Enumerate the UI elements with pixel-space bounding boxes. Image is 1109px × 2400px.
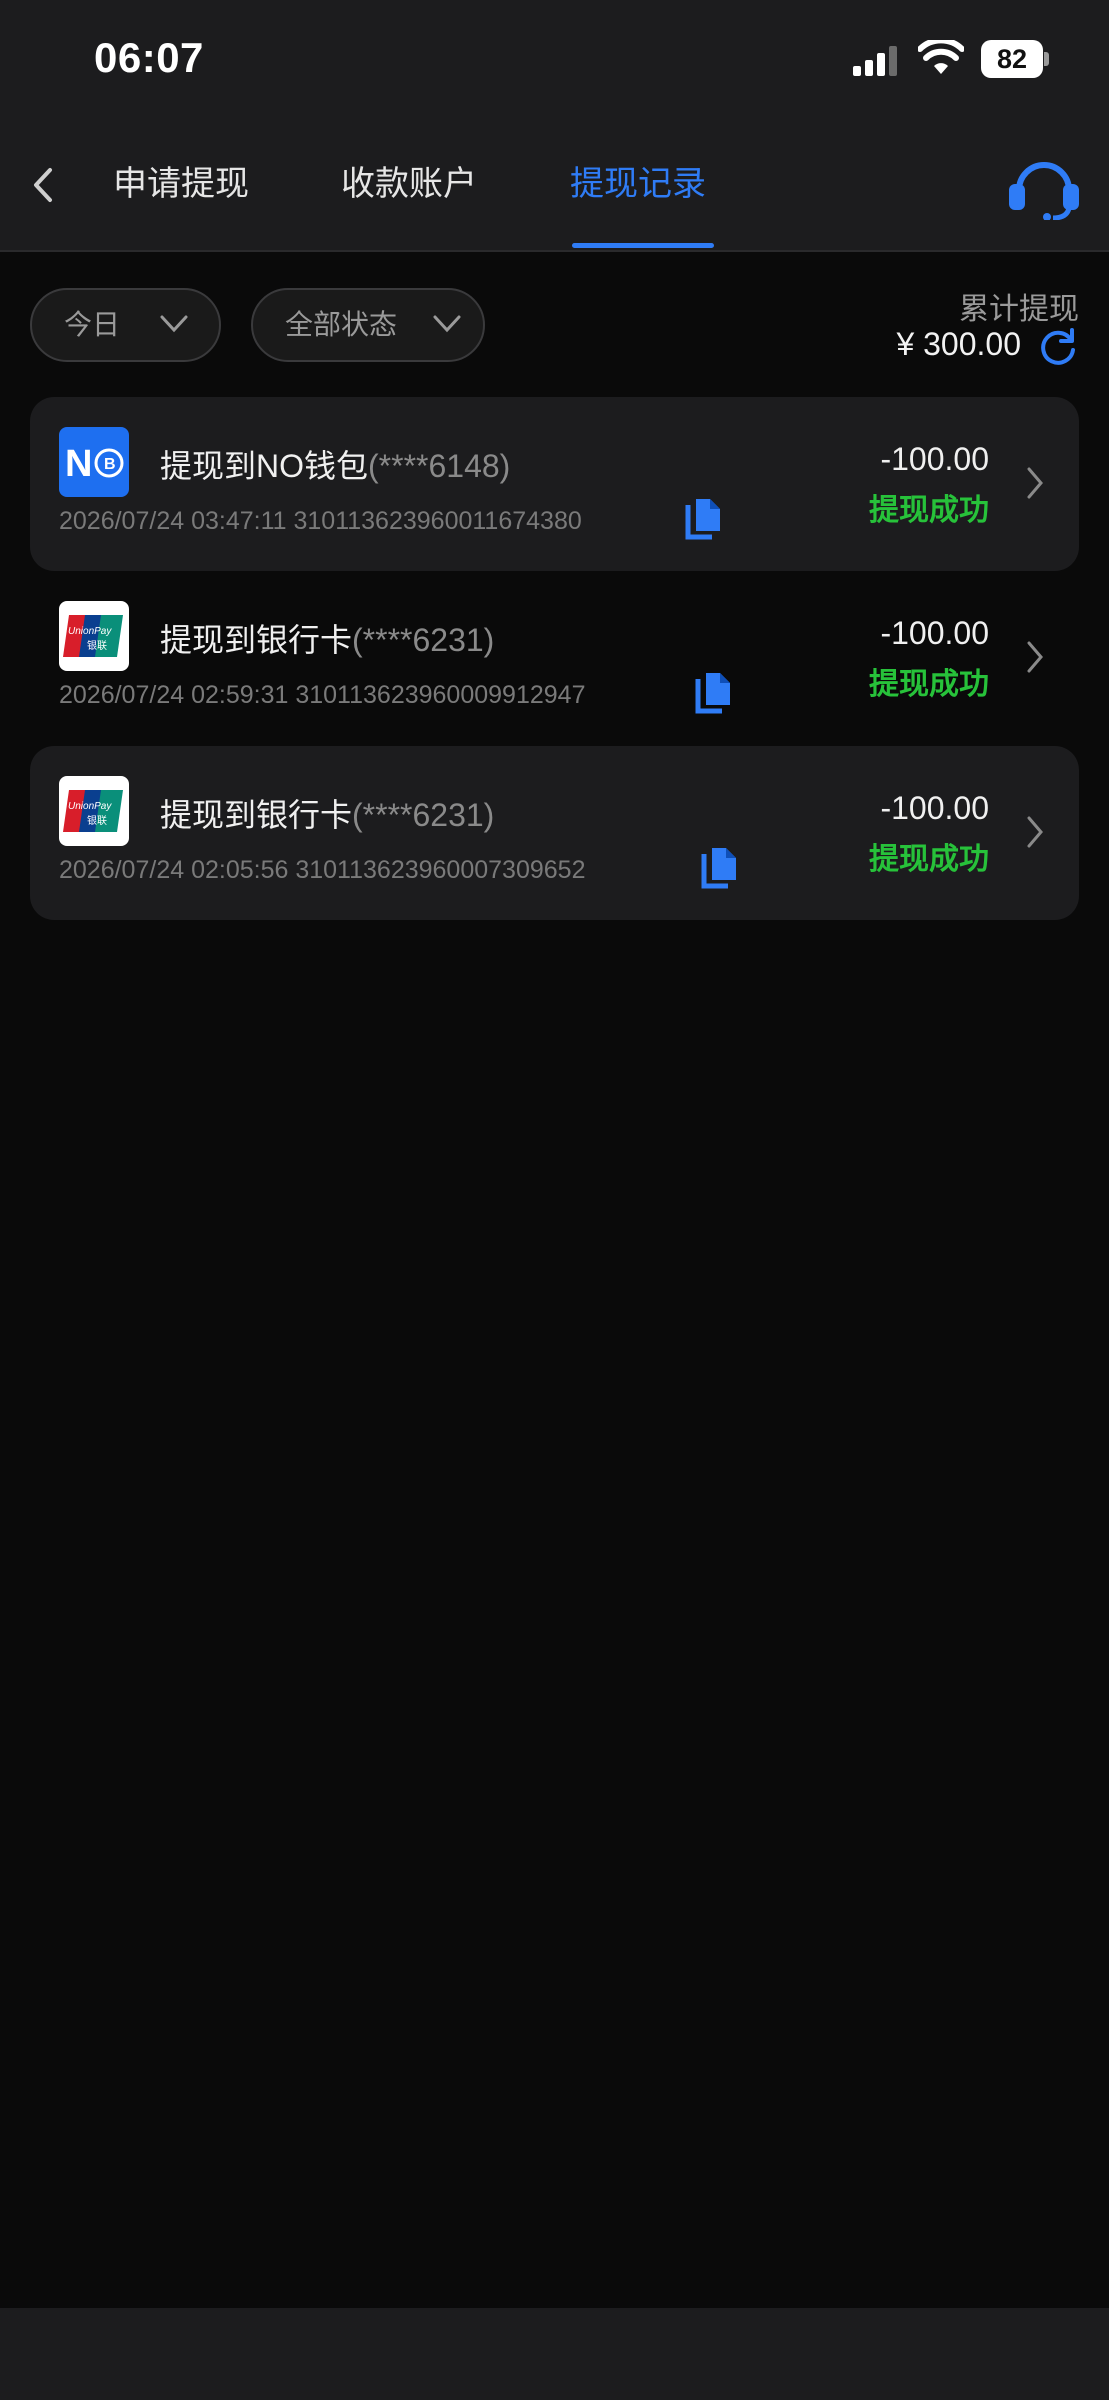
svg-text:B: B — [104, 456, 116, 473]
withdraw-records-page: 06:07 82 申请提现 收款账户 提现记录 今日 全部状态 累计提现 ¥ 3… — [0, 0, 1109, 2400]
withdraw-record-item[interactable]: UnionPay 银联 提现到银行卡(****6231) 2026/07/24 … — [30, 571, 1079, 745]
back-arrow-icon[interactable] — [22, 160, 62, 210]
record-order-id: 310113623960007309652 — [295, 856, 586, 884]
tab-withdraw-records[interactable]: 提现记录 — [570, 156, 706, 205]
wifi-icon — [918, 40, 964, 74]
cellular-signal-icon — [853, 46, 899, 76]
record-amount: -100.00 — [880, 790, 989, 826]
svg-text:UnionPay: UnionPay — [68, 801, 112, 812]
record-order-id: 3101136239600116743​80 — [293, 507, 582, 535]
chevron-down-icon — [433, 315, 461, 333]
record-status: 提现成功 — [869, 843, 989, 876]
record-title: 提现到NO钱包(****6148) — [160, 441, 510, 487]
unionpay-logo-icon: UnionPay 银联 — [59, 776, 129, 846]
status-filter-label: 全部状态 — [285, 309, 398, 340]
record-status: 提现成功 — [869, 668, 989, 701]
svg-text:N: N — [65, 443, 92, 485]
unionpay-logo-icon: UnionPay 银联 — [59, 601, 129, 671]
date-filter-dropdown[interactable]: 今日 — [30, 288, 221, 362]
record-title: 提现到银行卡(****6231) — [160, 615, 494, 661]
tab-apply-withdraw[interactable]: 申请提现 — [113, 156, 249, 205]
chevron-right-icon — [1027, 467, 1043, 499]
refresh-icon[interactable] — [1038, 326, 1078, 366]
copy-icon[interactable] — [700, 846, 740, 892]
total-withdraw-amount: ¥ 300.00 — [896, 326, 1021, 362]
record-order-id: 310113623960009912947 — [295, 681, 586, 709]
date-filter-label: 今日 — [64, 309, 121, 340]
copy-icon[interactable] — [684, 497, 724, 543]
copy-icon[interactable] — [694, 671, 734, 717]
total-withdraw-label: 累计提现 — [959, 293, 1079, 326]
no-wallet-logo-icon: N B — [59, 427, 129, 497]
record-title: 提现到银行卡(****6231) — [160, 790, 494, 836]
record-amount: -100.00 — [880, 615, 989, 651]
tab-payment-accounts[interactable]: 收款账户 — [341, 156, 477, 205]
withdraw-record-item[interactable]: N B 提现到NO钱包(****6148) 2026/07/24 03:47:1… — [30, 397, 1079, 571]
svg-text:银联: 银联 — [87, 814, 107, 827]
svg-text:UnionPay: UnionPay — [68, 626, 112, 637]
chevron-right-icon — [1027, 816, 1043, 848]
record-meta: 2026/07/24 02:05:56 31011362396000730965… — [59, 856, 585, 885]
record-datetime: 2026/07/24 02:05:56 — [59, 856, 289, 884]
account-mask: (****6148) — [368, 448, 511, 484]
account-mask: (****6231) — [352, 797, 495, 833]
battery-level: 82 — [981, 40, 1043, 78]
customer-service-headset-icon[interactable] — [1005, 152, 1083, 220]
status-time: 06:07 — [94, 34, 204, 81]
active-tab-indicator — [572, 243, 714, 248]
record-status: 提现成功 — [869, 494, 989, 527]
record-meta: 2026/07/24 03:47:11 3101136239600116743​… — [59, 507, 582, 536]
top-header: 06:07 82 申请提现 收款账户 提现记录 — [0, 0, 1109, 250]
status-filter-dropdown[interactable]: 全部状态 — [251, 288, 485, 362]
chevron-right-icon — [1027, 641, 1043, 673]
record-title-text: 提现到银行卡 — [160, 797, 353, 833]
bottom-safe-area — [0, 2308, 1109, 2400]
account-mask: (****6231) — [352, 622, 495, 658]
record-title-text: 提现到银行卡 — [160, 622, 353, 658]
record-meta: 2026/07/24 02:59:31 31011362396000991294… — [59, 681, 585, 710]
withdraw-record-item[interactable]: UnionPay 银联 提现到银行卡(****6231) 2026/07/24 … — [30, 746, 1079, 920]
record-amount: -100.00 — [880, 441, 989, 477]
record-datetime: 2026/07/24 03:47:11 — [59, 507, 287, 535]
chevron-down-icon — [160, 315, 188, 333]
svg-text:银联: 银联 — [87, 639, 107, 652]
record-title-text: 提现到NO钱包 — [160, 448, 369, 484]
battery-icon: 82 — [981, 40, 1049, 78]
header-divider — [0, 250, 1109, 252]
record-datetime: 2026/07/24 02:59:31 — [59, 681, 289, 709]
